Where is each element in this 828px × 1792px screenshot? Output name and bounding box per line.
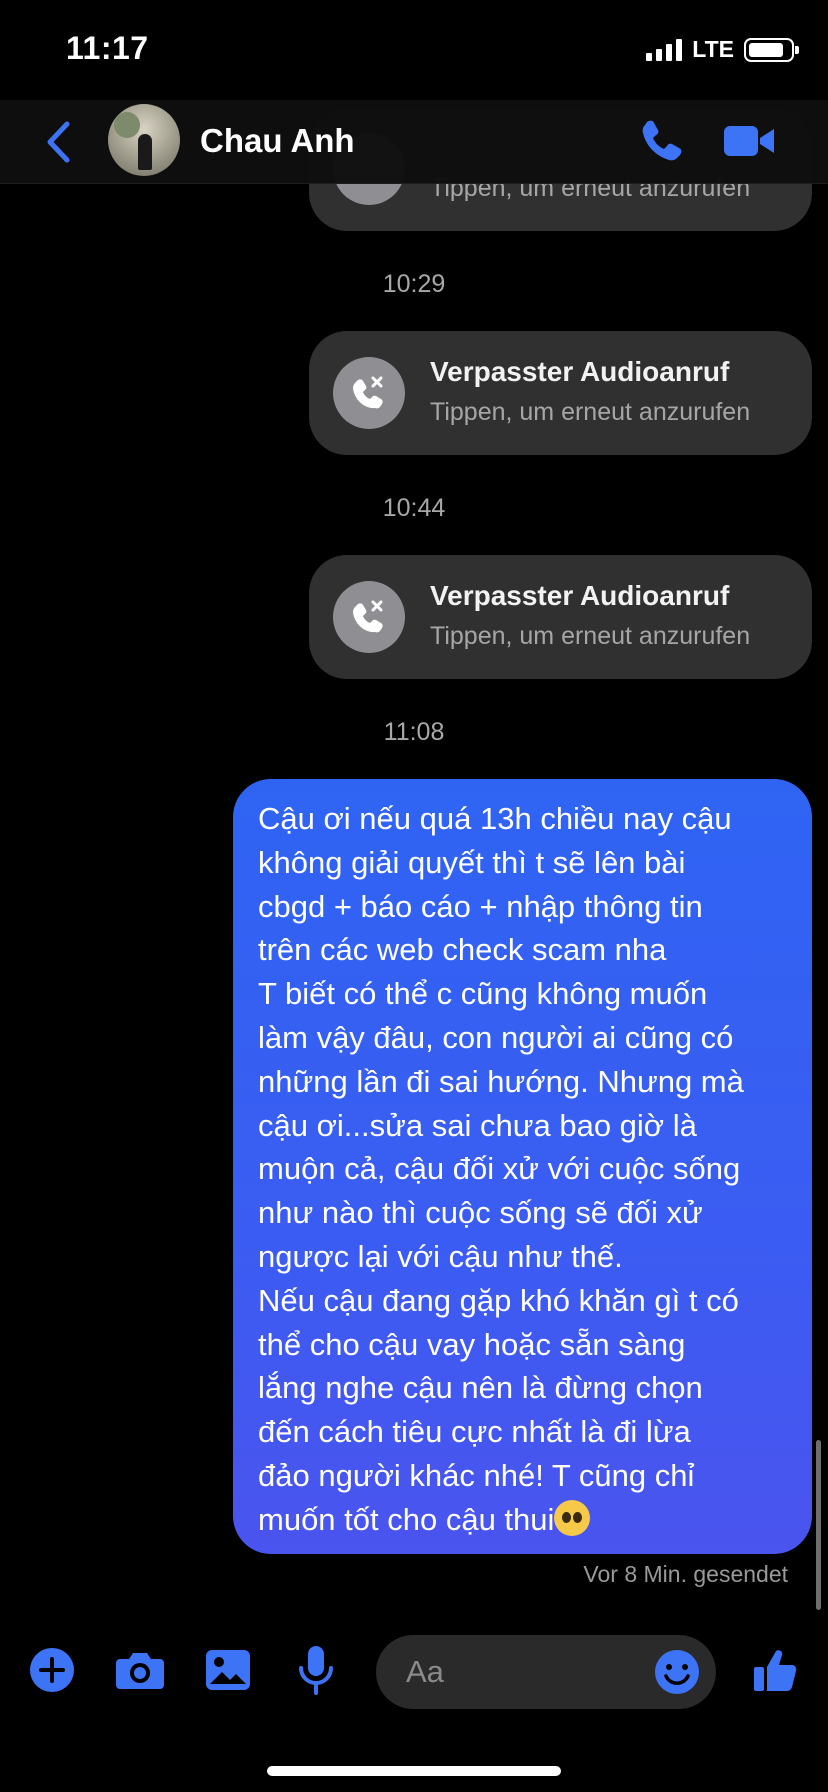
status-bar: 11:17 LTE — [0, 0, 828, 100]
missed-call-bubble[interactable]: Verpasster Audioanruf Tippen, um erneut … — [309, 555, 812, 679]
voice-message-button[interactable] — [288, 1642, 344, 1698]
phone-icon — [642, 120, 682, 161]
camera-button[interactable] — [112, 1642, 168, 1698]
message-text: Cậu ơi nếu quá 13h chiều nay cậu không g… — [258, 801, 744, 1537]
scrollbar[interactable] — [816, 1440, 821, 1610]
pleading-face-emoji-icon — [554, 1499, 591, 1536]
thumbs-up-icon — [754, 1650, 797, 1691]
photo-icon — [206, 1650, 250, 1690]
messenger-screen: Tippen, um erneut anzurufen 10:29 Verpas… — [0, 0, 828, 1792]
microphone-icon — [299, 1646, 333, 1695]
avatar[interactable] — [108, 104, 180, 176]
call-title: Verpasster Audioanruf — [430, 356, 730, 387]
chevron-left-icon — [47, 121, 70, 163]
missed-call-icon — [333, 357, 405, 429]
status-indicators: LTE — [646, 36, 799, 63]
plus-icon — [30, 1648, 74, 1692]
more-actions-button[interactable] — [24, 1642, 80, 1698]
like-button[interactable] — [748, 1642, 804, 1698]
network-type: LTE — [692, 36, 734, 62]
status-time: 11:17 — [66, 30, 149, 66]
outgoing-message-bubble[interactable]: Cậu ơi nếu quá 13h chiều nay cậu không g… — [233, 779, 812, 1554]
camera-icon — [116, 1653, 164, 1689]
timestamp: 10:29 — [382, 270, 446, 298]
signal-icon — [646, 38, 683, 61]
timestamp: 11:08 — [383, 718, 445, 746]
emoji-icon — [655, 1650, 699, 1694]
contact-name[interactable]: Chau Anh — [200, 122, 355, 160]
missed-call-bubble[interactable]: Verpasster Audioanruf Tippen, um erneut … — [309, 331, 812, 455]
battery-icon — [744, 37, 799, 62]
call-subtitle: Tippen, um erneut anzurufen — [430, 622, 751, 650]
delivery-status: Vor 8 Min. gesendet — [583, 1561, 788, 1587]
battery-level — [749, 42, 783, 57]
video-call-button[interactable] — [722, 118, 778, 164]
back-button[interactable] — [38, 118, 78, 166]
chat-thread[interactable]: Tippen, um erneut anzurufen 10:29 Verpas… — [0, 0, 828, 1792]
timestamp: 10:44 — [382, 494, 446, 522]
gallery-button[interactable] — [200, 1642, 256, 1698]
missed-call-icon — [333, 581, 405, 653]
emoji-button[interactable] — [650, 1645, 704, 1699]
conversation-header: Chau Anh — [0, 100, 828, 184]
video-camera-icon — [724, 126, 774, 156]
call-subtitle: Tippen, um erneut anzurufen — [430, 398, 751, 426]
message-input-placeholder: Aa — [406, 1654, 444, 1689]
message-input[interactable]: Aa — [376, 1635, 716, 1709]
composer-bar: Aa — [0, 1620, 828, 1730]
audio-call-button[interactable] — [636, 116, 686, 166]
call-title: Verpasster Audioanruf — [430, 580, 730, 611]
home-indicator[interactable] — [267, 1766, 561, 1776]
